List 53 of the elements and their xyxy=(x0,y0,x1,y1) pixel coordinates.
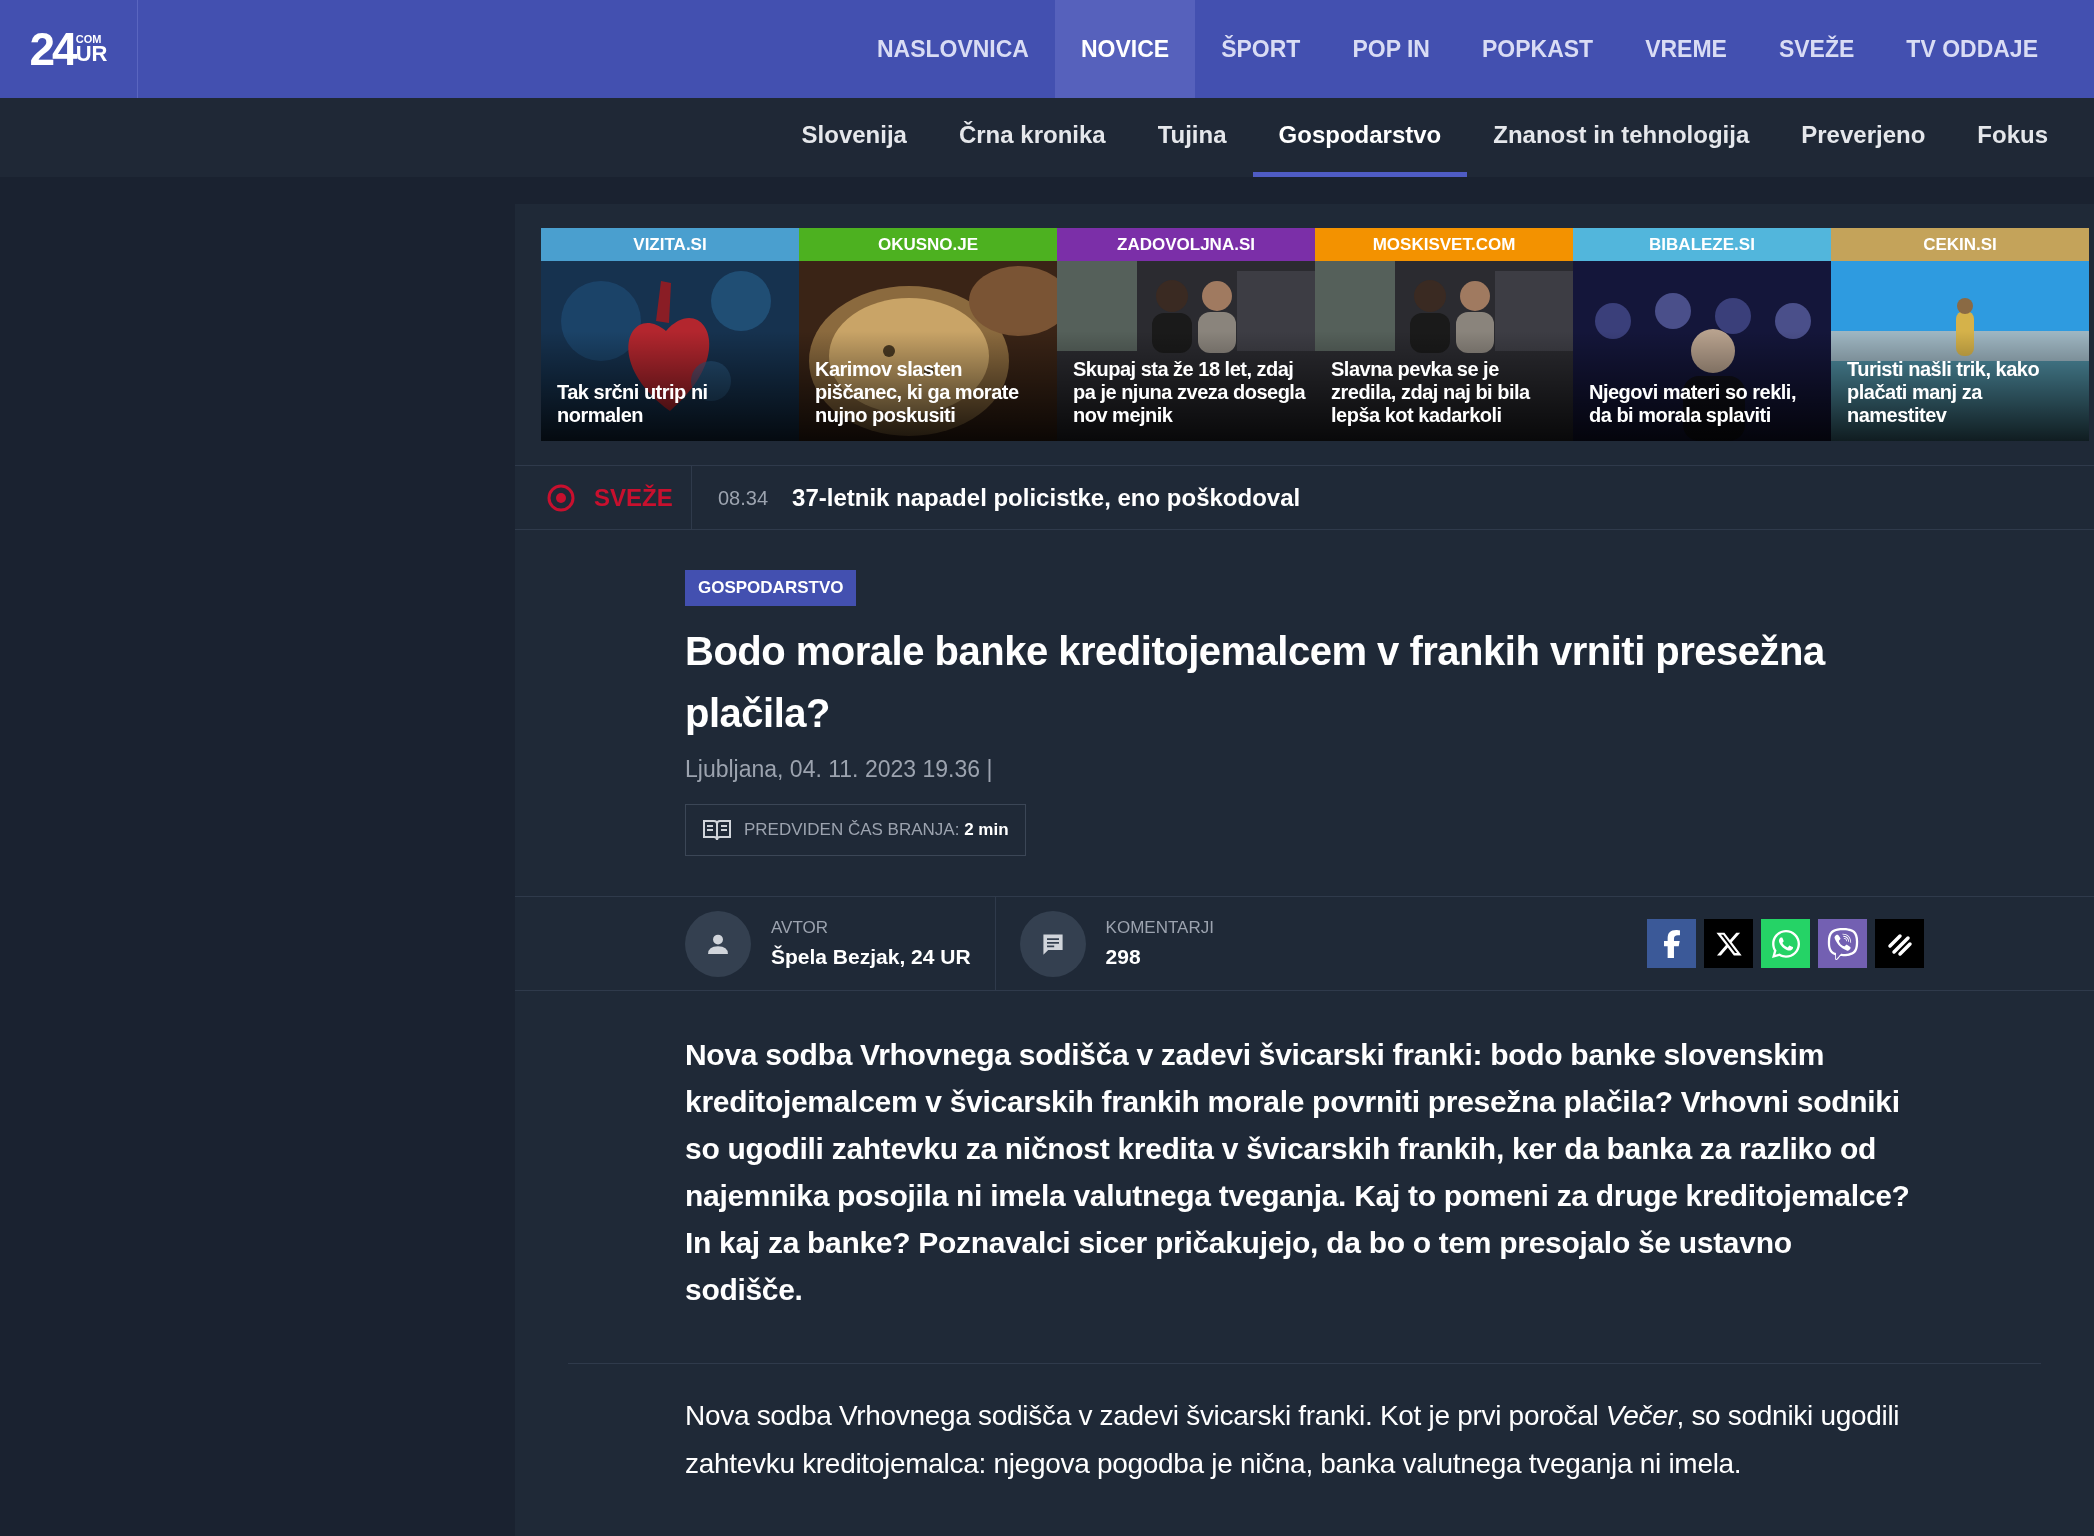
partner-headline: Slavna pevka se je zredila, zdaj naj bi bila lepša kot kadarkoli xyxy=(1331,358,1532,427)
partner-headline: Skupaj sta že 18 let, zdaj pa je njuna zveza dosegla nov mejnik xyxy=(1073,358,1307,427)
partner-site-label: BIBALEZE.SI xyxy=(1573,228,1831,261)
partner-card[interactable]: OKUSNO.JE Karimov slasten piščanec, ki ga morate nujno poskusiti xyxy=(799,228,1057,441)
ticker-label: SVEŽE xyxy=(594,482,673,513)
partner-headline: Turisti našli trik, kako plačati manj za namestitev xyxy=(1847,358,2041,427)
main-nav-tab[interactable]: ŠPORT xyxy=(1195,0,1327,98)
partner-card[interactable]: BIBALEZE.SI Njegovi materi so rekli, da bi morala splaviti xyxy=(1573,228,1831,441)
author-name[interactable]: Špela Bezjak, 24 UR xyxy=(771,940,971,972)
reading-time: PREDVIDEN ČAS BRANJA: 2 min xyxy=(744,819,1009,842)
comments-count[interactable]: 298 xyxy=(1105,940,1214,972)
partner-card[interactable]: MOSKISVET.COM Slavna pevka se je zredila, zdaj naj bi bila lepša kot kadarkoli xyxy=(1315,228,1573,441)
comments-label: KOMENTARJI xyxy=(1105,917,1214,939)
dateline: Ljubljana, 04. 11. 2023 19.36 | xyxy=(685,754,993,784)
sub-nav-tab[interactable]: Črna kronika xyxy=(932,98,1132,177)
ticker-headline[interactable]: 37-letnik napadel policistke, eno poškodoval xyxy=(792,479,1301,516)
article-lead: Nova sodba Vrhovnega sodišča v zadevi švicarski franki: bodo banke slovenskim kreditojemalcem v švicarskih frankih morale povrniti presežna plačila? Vrhovni sodniki so ugodili zahtevku za ničnost kredita v švicarskih frankih, ker da banka za razliko od najemnika posojila ni imela valutnega tveganja. Kaj to pomeni za druge kreditojemalce? In kaj za banke? Poznavalci sicer pričakujejo, da bo o tem presojalo še ustavno sodišče. xyxy=(685,1037,1911,1308)
partner-card[interactable]: CEKIN.SI Turisti našli trik, kako plačati manj za namestitev xyxy=(1831,228,2089,441)
book-icon xyxy=(702,818,732,842)
author-label: AVTOR xyxy=(771,917,829,939)
sub-nav-tab[interactable]: Slovenija xyxy=(775,98,933,177)
partner-site-label: CEKIN.SI xyxy=(1831,228,2089,261)
whatsapp-icon xyxy=(1769,927,1802,960)
main-nav-tab[interactable]: NASLOVNICA xyxy=(850,0,1055,98)
article-paragraph: Nova sodba Vrhovnega sodišča v zadevi švicarski franki. Kot je prvi poročal Večer, so sodniki ugodili zahtevku kreditojemalca: njegova pogodba je nična, banka valutnega tveganja ni imela. xyxy=(685,1399,1901,1481)
sub-nav-tab[interactable]: Gospodarstvo xyxy=(1252,98,1468,177)
main-nav-tab[interactable]: NOVICE xyxy=(1055,0,1196,98)
partner-headline: Karimov slasten piščanec, ki ga morate nujno poskusiti xyxy=(815,358,1020,427)
sub-nav-tab[interactable]: Znanost in tehnologija xyxy=(1467,98,1776,177)
sub-nav-tab[interactable]: Preverjeno xyxy=(1775,98,1952,177)
share-button[interactable] xyxy=(1875,919,1924,968)
main-nav-tab[interactable]: TV ODDAJE xyxy=(1880,0,2064,98)
viber-icon xyxy=(1826,927,1859,960)
share-button[interactable] xyxy=(1704,919,1753,968)
target-icon xyxy=(546,482,576,513)
main-nav-tab[interactable]: POPKAST xyxy=(1455,0,1620,98)
sub-nav-tab[interactable]: Tujina xyxy=(1131,98,1253,177)
partner-site-label: OKUSNO.JE xyxy=(799,228,1057,261)
main-nav-tab[interactable]: SVEŽE xyxy=(1752,0,1881,98)
share-button[interactable] xyxy=(1647,919,1696,968)
main-nav-tab[interactable]: POP IN xyxy=(1326,0,1456,98)
partner-site-label: MOSKISVET.COM xyxy=(1315,228,1573,261)
main-nav-tab[interactable]: VREME xyxy=(1619,0,1753,98)
partner-headline: Tak srčni utrip ni normalen xyxy=(557,381,709,427)
category-tag[interactable]: GOSPODARSTVO xyxy=(685,570,857,606)
partner-card[interactable]: VIZITA.SI Tak srčni utrip ni normalen xyxy=(541,228,799,441)
sub-nav-tab[interactable]: Fokus xyxy=(1951,98,2074,177)
partner-card[interactable]: ZADOVOLJNA.SI Skupaj sta že 18 let, zdaj pa je njuna zveza dosegla nov mejnik xyxy=(1057,228,1315,441)
partner-site-label: ZADOVOLJNA.SI xyxy=(1057,228,1315,261)
partner-site-label: VIZITA.SI xyxy=(541,228,799,261)
ticker-time: 08.34 xyxy=(718,485,769,511)
article-title: Bodo morale banke kreditojemalcem v frankih vrniti presežna plačila? xyxy=(685,627,1827,737)
partner-headline: Njegovi materi so rekli, da bi morala splaviti xyxy=(1589,381,1797,427)
